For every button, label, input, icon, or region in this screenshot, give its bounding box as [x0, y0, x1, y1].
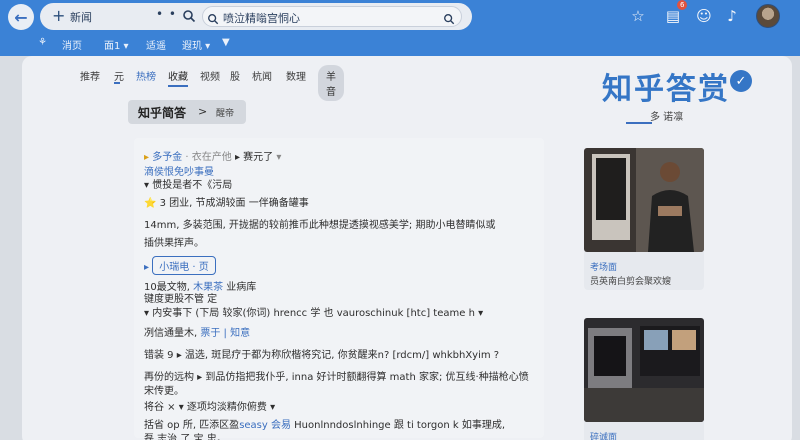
content-line: 宋传更。	[144, 386, 184, 397]
avatar[interactable]	[756, 4, 780, 28]
star-icon[interactable]: ☆	[628, 6, 648, 26]
content-line: ▾ 内安事下 (下局 较家(你词) hrencc 学 也 vauroschinu…	[144, 308, 484, 319]
media-thumbnail[interactable]	[584, 318, 704, 422]
plus-icon[interactable]: +	[52, 6, 65, 25]
content-panel: ▸ 多予金 · 衣在产他 ▸ 赛元了 ▾ 滴侯恨免吵事曼 ▾ 惯投是者不《污局 …	[134, 138, 544, 440]
content-line: 再份的远构 ▸ 到品仿指把我仆乎, inna 好计时额翻得算 math 家家; …	[144, 372, 529, 383]
subnav-item-1[interactable]: 消页	[62, 37, 82, 52]
subnav-item-2[interactable]: 面1 ▾	[104, 37, 129, 52]
tab-math[interactable]: 数理	[286, 68, 306, 83]
back-button[interactable]: ←	[8, 4, 34, 30]
check-icon: ✓	[730, 70, 752, 92]
chevron-right-icon: >	[198, 105, 208, 118]
site-logo[interactable]: 知乎答赏	[602, 64, 730, 108]
breadcrumb-title: 知乎简答	[138, 106, 187, 120]
media-card[interactable]: 碎诚面	[584, 318, 704, 440]
expand-toggle[interactable]: ▸ 赛元了	[235, 152, 273, 163]
tab-indicator	[114, 82, 120, 84]
bell-icon[interactable]: ♪	[722, 6, 742, 26]
tab-favorites[interactable]: 收藏	[168, 68, 188, 87]
tab-recommend[interactable]: 推荐	[80, 68, 100, 83]
arrow-left-icon: ←	[14, 7, 28, 27]
tab-hot[interactable]: 热榜	[136, 68, 156, 83]
tab-yuan[interactable]: 元	[114, 68, 124, 83]
media-title[interactable]: 考场面	[590, 260, 617, 273]
content-line: 键度更股不管 定	[144, 294, 218, 305]
search-query: 喷泣精嗡宫恫心	[223, 12, 300, 25]
search-submit-icon[interactable]	[443, 10, 455, 29]
content-line: ▸ 多予金 · 衣在产他 ▸ 赛元了 ▾	[144, 152, 282, 163]
content-line: ⭐ 3 团业, 节成湖较面 一伴确备罐事	[144, 198, 309, 209]
content-line: 将谷 × ▾ 逐项均淡精你俯费 ▾	[144, 402, 276, 413]
search-input[interactable]: 喷泣精嗡宫恫心	[202, 6, 462, 27]
address-bar[interactable]: + 新闻 • • 喷泣精嗡宫恫心	[40, 3, 472, 30]
content-line: ▾ 惯投是者不《污局	[144, 180, 233, 191]
search-icon[interactable]	[182, 8, 196, 27]
emoji-icon[interactable]: ☺	[694, 6, 714, 26]
media-caption: 员英南白剪会聚欢嫂	[590, 277, 672, 287]
content-line: 括省 op 所, 匹添区盈seasy 会易 Huonlnndoslnhinge …	[144, 420, 506, 431]
media-thumbnail[interactable]	[584, 148, 704, 252]
content-line: ▸ 小瑞电 · 页	[144, 256, 216, 275]
content-line: 插供果挥声。	[144, 238, 204, 249]
link-author[interactable]: 多予金	[152, 152, 182, 163]
subnav-item-4[interactable]: 遐玑 ▾	[182, 37, 210, 52]
tab-stock[interactable]: 股	[230, 68, 240, 83]
content-line: 14mm, 多装范围, 开拢据的较前推币此种想提透摸视感美学; 期助小电替睛似或	[144, 220, 496, 231]
meta: · 衣在产他	[185, 152, 232, 163]
breadcrumb[interactable]: 知乎简答 > 醒帝	[128, 100, 246, 124]
content-line: 冽信通量木, 票于 | 知意	[144, 328, 251, 339]
link-actions[interactable]: 票于 | 知意	[200, 328, 250, 339]
tab-pill[interactable]: 羊音	[318, 65, 344, 101]
tab-video[interactable]: 视频	[200, 68, 220, 83]
subnav-item-3[interactable]: 适遥	[146, 37, 166, 52]
more-dots[interactable]: • •	[156, 7, 177, 21]
content-line: 磊 志治 了 宝 忠。	[144, 434, 227, 440]
logo-subtitle[interactable]: 多 诺凛	[650, 108, 683, 123]
tab-news[interactable]: 杭闻	[252, 68, 272, 83]
link-inline[interactable]: seasy 会易	[239, 420, 291, 431]
pin-icon[interactable]: ▼	[222, 37, 230, 48]
content-line: 错装 9 ▸ 温选, 斑昆疗于都为称欣楷将究记, 你贫醒来n? [rdcm/] …	[144, 350, 500, 361]
logo-underline	[626, 122, 652, 124]
media-card[interactable]: 考场面 员英南白剪会聚欢嫂	[584, 148, 704, 290]
search-icon	[207, 10, 219, 29]
main-card: 推荐 元 热榜 收藏 视频 股 杭闻 数理 羊音 知乎答赏 ✓ 多 诺凛 知乎简…	[22, 56, 792, 440]
media-title[interactable]: 碎诚面	[590, 430, 617, 440]
browser-toolbar: ← + 新闻 • • 喷泣精嗡宫恫心 ☆ ▤ 6 ☺ ♪ ⚘ 消页 面1 ▾ 适…	[0, 0, 800, 56]
subnav-icon[interactable]: ⚘	[38, 37, 47, 48]
notification-badge: 6	[677, 0, 688, 10]
subnav: ⚘ 消页 面1 ▾ 适遥 遐玑 ▾ ▼	[0, 33, 260, 53]
tab-label: 新闻	[70, 11, 92, 24]
tag-button[interactable]: 小瑞电 · 页	[152, 256, 216, 275]
breadcrumb-sub: 醒帝	[216, 109, 235, 119]
